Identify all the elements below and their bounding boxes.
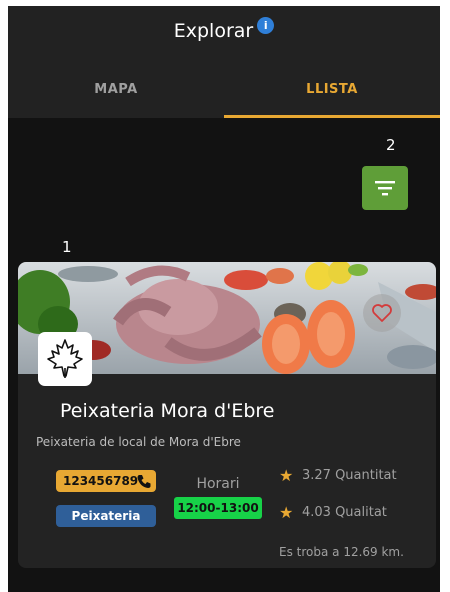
shop-logo [38, 332, 92, 386]
star-icon: ★ [279, 503, 294, 522]
schedule-badge: 12:00-13:00 [174, 497, 262, 519]
tab-bar: MAPA LLISTA [8, 64, 440, 118]
filter-icon [375, 181, 395, 196]
shop-name: Peixateria Mora d'Ebre [60, 400, 275, 422]
app-screen: Explorar i MAPA LLISTA 2 1 Peixateria Mo… [8, 6, 440, 592]
schedule-label: Horari [196, 476, 240, 492]
page-title: Explorar i [8, 17, 440, 42]
annotation-marker-2: 2 [386, 136, 396, 154]
quantity-rating: 3.27 Quantitat [302, 468, 397, 483]
page-title-text: Explorar [173, 20, 254, 42]
annotation-marker-1: 1 [62, 238, 72, 256]
filter-button[interactable] [362, 166, 408, 210]
maple-leaf-logo-icon [47, 339, 83, 378]
shop-description: Peixateria de local de Mora d'Ebre [36, 435, 241, 449]
phone-icon [137, 475, 151, 488]
star-icon: ★ [279, 466, 294, 485]
info-icon[interactable]: i [257, 17, 275, 34]
phone-button[interactable]: 123456789 [56, 470, 156, 492]
phone-number: 123456789 [63, 474, 139, 488]
app-header: Explorar i [8, 6, 440, 64]
tab-llista[interactable]: LLISTA [224, 64, 440, 118]
quality-rating: 4.03 Qualitat [302, 505, 387, 520]
distance-text: Es troba a 12.69 km. [279, 545, 404, 559]
favorite-button[interactable] [363, 294, 401, 332]
category-badge: Peixateria [56, 505, 156, 527]
heart-icon [372, 304, 392, 322]
tab-mapa[interactable]: MAPA [8, 64, 224, 118]
